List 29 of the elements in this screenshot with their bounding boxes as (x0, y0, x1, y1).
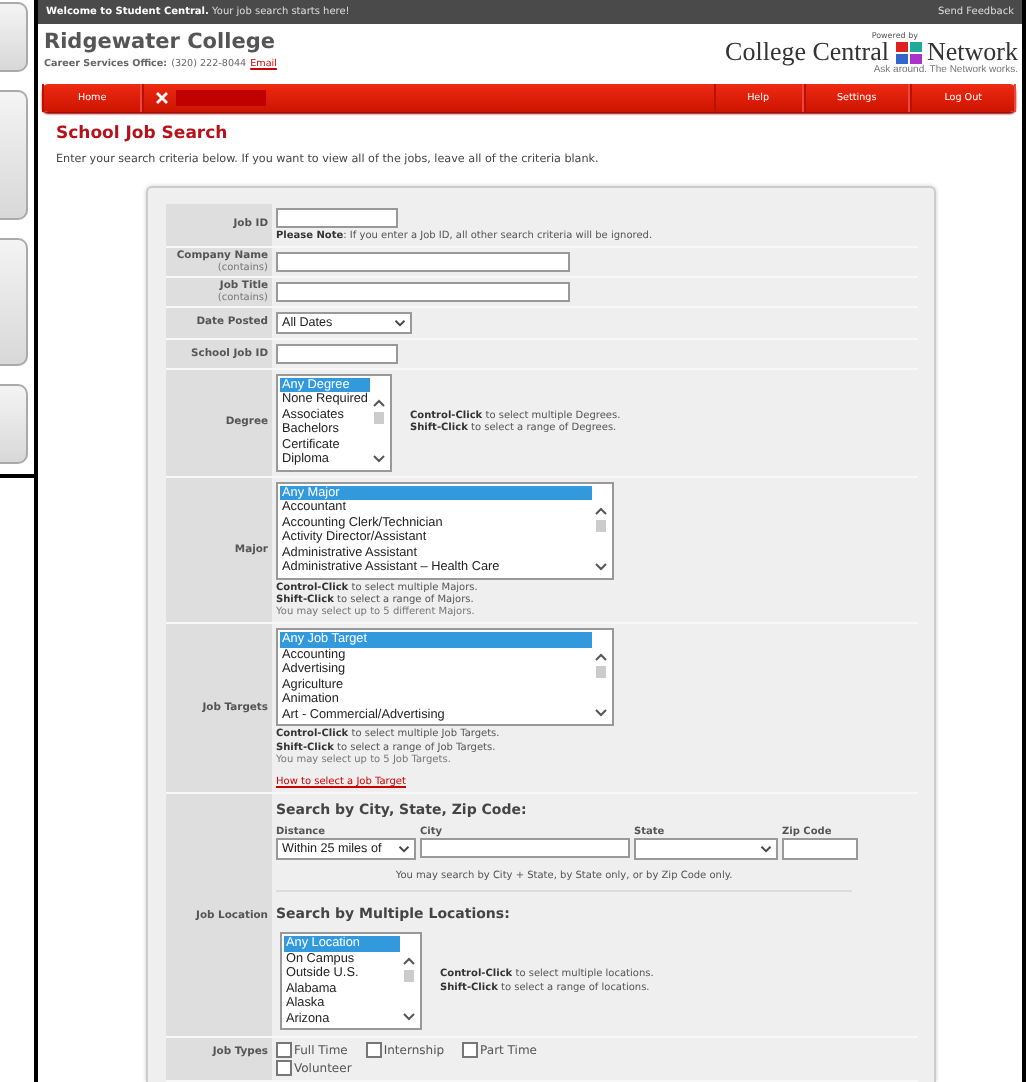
chevron-down-icon (760, 844, 772, 854)
redaction-block (176, 90, 267, 107)
college-name: Ridgewater College (44, 30, 277, 54)
chevron-down-icon (394, 317, 406, 328)
scrollbar-icon (402, 954, 416, 1024)
logo-text: College Central (725, 40, 889, 64)
zip-code-field[interactable] (782, 838, 858, 860)
side-tab[interactable] (0, 2, 28, 72)
text-field[interactable] (276, 343, 398, 364)
city-field[interactable] (420, 838, 630, 858)
checkbox[interactable] (276, 1042, 292, 1058)
text-field[interactable] (276, 251, 570, 272)
checkbox[interactable] (276, 1060, 292, 1076)
state-dropdown[interactable] (634, 838, 778, 860)
checkbox[interactable] (365, 1042, 382, 1058)
scrollbar-icon (372, 395, 386, 466)
checkbox[interactable] (462, 1042, 479, 1058)
page-title: School Job Search (56, 123, 230, 144)
chevron-down-icon (398, 844, 410, 854)
text-field[interactable] (276, 281, 570, 302)
side-tab[interactable] (0, 238, 28, 366)
cross-icon[interactable] (156, 92, 169, 105)
scrollbar-icon (594, 650, 608, 721)
side-tab[interactable] (0, 384, 28, 464)
logo-text: Network (927, 40, 1018, 64)
text-field[interactable] (276, 207, 398, 228)
side-tab[interactable] (0, 90, 28, 220)
puzzle-logo-icon (895, 41, 921, 63)
scrollbar-icon (594, 503, 608, 574)
